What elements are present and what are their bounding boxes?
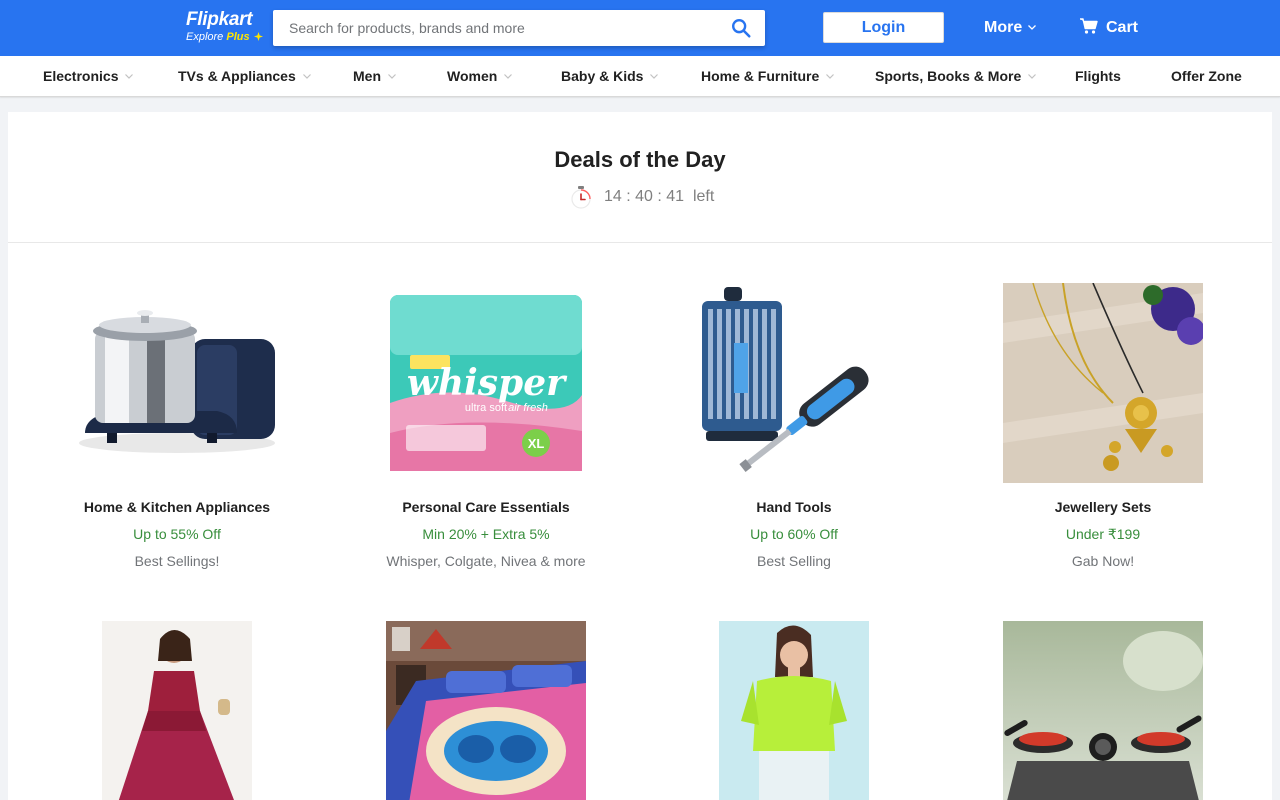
category-offer-zone[interactable]: Offer Zone (1171, 67, 1242, 87)
deal-card[interactable] (27, 621, 327, 800)
category-women[interactable]: Women (447, 67, 513, 87)
timer-sep (684, 188, 693, 205)
deal-subtitle: Best Sellings! (134, 553, 220, 569)
chevron-down-icon (650, 74, 659, 79)
category-label: Men (353, 68, 381, 84)
plus-star-icon (253, 32, 263, 41)
deal-name: Home & Kitchen Appliances (83, 499, 271, 515)
deal-card[interactable]: Home & Kitchen Appliances Up to 55% Off … (27, 283, 327, 583)
wet-grinder-image (77, 283, 277, 483)
category-tvs-appliances[interactable]: TVs & Appliances (178, 67, 311, 87)
chevron-down-icon (504, 74, 513, 79)
stopwatch-icon (571, 186, 591, 209)
top-header: Flipkart Explore Plus Login More Cart (0, 0, 1280, 56)
deal-card[interactable]: Hand Tools Up to 60% Off Best Selling (644, 283, 944, 583)
deals-of-the-day-section: Deals of the Day 14 : 40 : 41 left Home … (8, 112, 1272, 800)
deal-subtitle: Whisper, Colgate, Nivea & more (386, 553, 586, 569)
screwdriver-set-image (694, 283, 894, 483)
whisper-badge-text: XL (528, 436, 545, 451)
flipkart-logo[interactable]: Flipkart Explore Plus (186, 10, 266, 46)
deal-name: Jewellery Sets (1054, 499, 1152, 515)
deal-card[interactable]: whisper ultra soft air fresh XL Personal… (336, 283, 636, 583)
timer-minutes: 40 (635, 188, 653, 205)
category-home-furniture[interactable]: Home & Furniture (701, 67, 835, 87)
category-label: TVs & Appliances (178, 68, 296, 84)
jewellery-set-image (1003, 283, 1203, 483)
search-input[interactable] (273, 10, 713, 46)
category-label: Electronics (43, 68, 119, 84)
category-label: Women (447, 68, 498, 84)
timer-sep: : (652, 188, 667, 205)
timer-countdown: 14 : 40 : 41 left (604, 186, 714, 208)
deal-card[interactable]: Jewellery Sets Under ₹199 Gab Now! (953, 283, 1253, 583)
logo-tagline: Explore Plus (186, 31, 266, 43)
deal-offer: Min 20% + Extra 5% (422, 526, 550, 542)
chevron-down-icon (1028, 25, 1037, 30)
category-label: Flights (1075, 68, 1121, 84)
chevron-down-icon (826, 74, 835, 79)
deal-card[interactable] (644, 621, 944, 800)
deal-subtitle: Best Selling (757, 553, 831, 569)
timer-suffix: left (692, 188, 715, 205)
login-button[interactable]: Login (823, 12, 944, 43)
search-icon[interactable] (729, 17, 753, 39)
cart-label: Cart (1106, 19, 1139, 36)
green-top-image (719, 621, 869, 800)
chevron-down-icon (125, 74, 134, 79)
cart-button[interactable]: Cart (1080, 17, 1138, 39)
more-menu[interactable]: More (984, 17, 1037, 39)
chevron-down-icon (302, 74, 311, 79)
whisper-line2-text: air fresh (508, 402, 548, 414)
category-label: Baby & Kids (561, 68, 644, 84)
chevron-down-icon (1028, 74, 1037, 79)
category-electronics[interactable]: Electronics (43, 67, 134, 87)
category-label: Sports, Books & More (875, 68, 1022, 84)
logo-wordmark: Flipkart (186, 9, 253, 30)
deal-offer: Up to 60% Off (750, 526, 838, 542)
whisper-line1-text: ultra soft (465, 402, 507, 414)
more-label: More (984, 19, 1023, 36)
whisper-pack-image: whisper ultra soft air fresh XL (386, 283, 586, 483)
logo-tagline-plus: Plus (226, 31, 250, 43)
deal-card[interactable] (336, 621, 636, 800)
deal-offer: Up to 55% Off (133, 526, 221, 542)
deal-name: Personal Care Essentials (402, 499, 570, 515)
deal-offer: Under ₹199 (1065, 526, 1141, 542)
category-label: Home & Furniture (701, 68, 820, 84)
category-baby-kids[interactable]: Baby & Kids (561, 67, 659, 87)
logo-tagline-explore: Explore (186, 31, 224, 43)
deals-header: Deals of the Day 14 : 40 : 41 left (8, 112, 1272, 243)
category-sports-books-more[interactable]: Sports, Books & More (875, 67, 1037, 87)
category-label: Offer Zone (1171, 68, 1242, 84)
timer-seconds: 41 (666, 188, 685, 205)
cart-icon (1080, 18, 1098, 34)
deal-name: Hand Tools (756, 499, 832, 515)
search-bar (273, 10, 765, 46)
timer-sep: : (621, 188, 636, 205)
timer-hours: 14 (604, 188, 622, 205)
category-flights[interactable]: Flights (1075, 67, 1121, 87)
deals-timer: 14 : 40 : 41 left (570, 185, 714, 209)
ethnic-dress-image (102, 621, 252, 800)
whisper-brand-text: whisper (407, 362, 568, 404)
deal-card[interactable] (953, 621, 1253, 800)
deals-title: Deals of the Day (554, 147, 726, 172)
category-men[interactable]: Men (353, 67, 396, 87)
gas-stove-image (1003, 621, 1203, 800)
bedsheet-image (386, 621, 586, 800)
deal-subtitle: Gab Now! (1071, 553, 1135, 569)
category-nav: Electronics TVs & Appliances Men Women B… (0, 56, 1280, 97)
chevron-down-icon (388, 74, 396, 79)
